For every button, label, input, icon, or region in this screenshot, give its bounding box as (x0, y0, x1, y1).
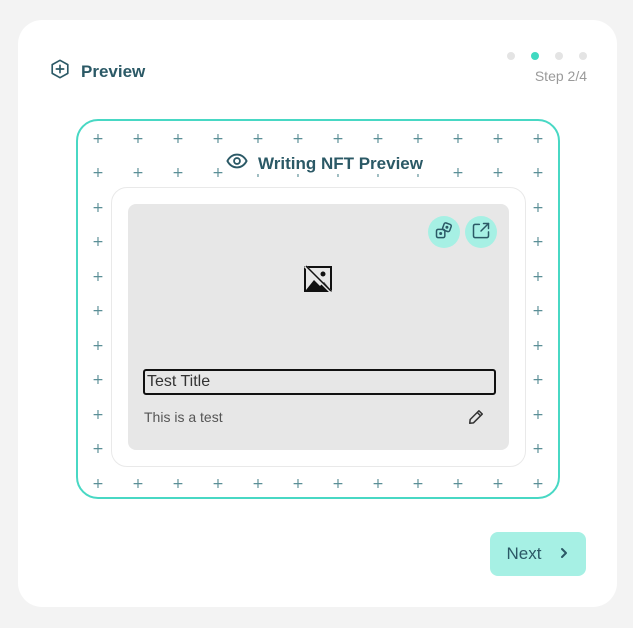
step-dots (507, 52, 587, 60)
plus-decoration-icon: + (92, 441, 104, 457)
plus-decoration-icon: + (492, 131, 504, 147)
image-off-icon (303, 264, 333, 294)
plus-decoration-icon: + (92, 269, 104, 285)
plus-decoration-icon: + (532, 338, 544, 354)
plus-decoration-icon: + (92, 131, 104, 147)
dice-icon (434, 221, 454, 244)
plus-decoration-icon: + (92, 165, 104, 181)
share-icon (471, 221, 491, 244)
plus-decoration-icon: + (532, 165, 544, 181)
plus-decoration-icon: + (212, 165, 224, 181)
plus-decoration-icon: + (92, 476, 104, 492)
plus-decoration-icon: + (332, 131, 344, 147)
nft-card-container: This is a test (111, 187, 526, 467)
plus-decoration-icon: + (212, 131, 224, 147)
plus-decoration-icon: + (452, 476, 464, 492)
plus-decoration-icon: + (172, 131, 184, 147)
plus-decoration-icon: + (532, 303, 544, 319)
plus-decoration-icon: + (132, 131, 144, 147)
eye-icon (226, 153, 248, 174)
plus-decoration-icon: + (532, 441, 544, 457)
plus-hexagon-icon (49, 58, 71, 85)
plus-decoration-icon: + (532, 200, 544, 216)
plus-decoration-icon: + (92, 234, 104, 250)
plus-decoration-icon: + (372, 131, 384, 147)
plus-decoration-icon: + (532, 372, 544, 388)
nft-title-input[interactable] (143, 369, 496, 395)
page-title: Preview (81, 61, 146, 81)
plus-decoration-icon: + (252, 131, 264, 147)
preview-heading: Writing NFT Preview (224, 153, 425, 174)
step-indicator: Step 2/4 (507, 52, 587, 84)
plus-decoration-icon: + (212, 476, 224, 492)
onboarding-card: Preview Step 2/4 + + + + + + + + + + + + + + + + + + + + + + +… (18, 20, 617, 607)
card-header: Preview (49, 58, 145, 85)
step-dot-3 (555, 52, 563, 60)
plus-decoration-icon: + (492, 476, 504, 492)
nft-description: This is a test (144, 409, 223, 425)
plus-decoration-icon: + (172, 165, 184, 181)
plus-decoration-icon: + (372, 476, 384, 492)
plus-decoration-icon: + (292, 476, 304, 492)
plus-decoration-icon: + (92, 338, 104, 354)
share-button[interactable] (465, 216, 497, 248)
plus-decoration-icon: + (532, 269, 544, 285)
plus-decoration-icon: + (92, 303, 104, 319)
plus-decoration-icon: + (532, 476, 544, 492)
plus-decoration-icon: + (292, 131, 304, 147)
plus-decoration-icon: + (132, 476, 144, 492)
plus-decoration-icon: + (412, 131, 424, 147)
chevron-right-icon (559, 544, 569, 564)
next-button-label: Next (506, 544, 542, 563)
pencil-icon[interactable] (466, 407, 486, 427)
plus-decoration-icon: + (532, 234, 544, 250)
next-button[interactable]: Next (490, 532, 586, 576)
nft-card: This is a test (128, 204, 509, 450)
step-dot-1 (507, 52, 515, 60)
plus-decoration-icon: + (92, 372, 104, 388)
step-dot-4 (579, 52, 587, 60)
step-label: Step 2/4 (534, 68, 587, 84)
step-dot-2-active (531, 52, 539, 60)
preview-title: Writing NFT Preview (258, 153, 423, 173)
plus-decoration-icon: + (452, 131, 464, 147)
plus-decoration-icon: + (412, 476, 424, 492)
plus-decoration-icon: + (532, 131, 544, 147)
plus-decoration-icon: + (332, 476, 344, 492)
plus-decoration-icon: + (452, 165, 464, 181)
plus-decoration-icon: + (532, 407, 544, 423)
plus-decoration-icon: + (92, 200, 104, 216)
plus-decoration-icon: + (252, 476, 264, 492)
randomize-button[interactable] (428, 216, 460, 248)
plus-decoration-icon: + (92, 407, 104, 423)
plus-decoration-icon: + (492, 165, 504, 181)
plus-decoration-icon: + (172, 476, 184, 492)
nft-preview-frame: + + + + + + + + + + + + + + + + + + + + + + + + + + + + + + + + + + + + + + + +… (76, 119, 560, 499)
plus-decoration-icon: + (132, 165, 144, 181)
